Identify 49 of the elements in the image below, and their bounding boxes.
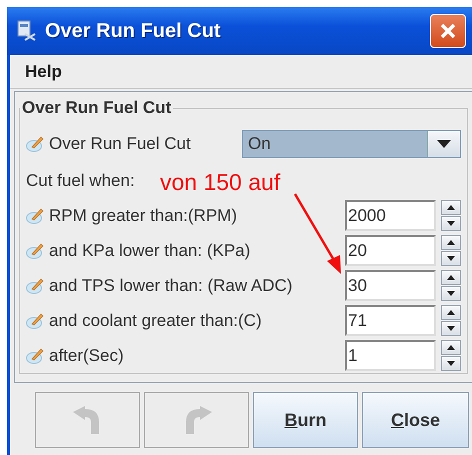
down-arrow-icon: [447, 221, 455, 226]
group-title: Over Run Fuel Cut: [21, 98, 172, 118]
up-arrow-icon: [447, 275, 455, 280]
field-label: RPM greater than:(RPM): [49, 206, 237, 226]
action-button[interactable]: Close: [362, 392, 469, 448]
up-arrow-icon: [447, 240, 455, 245]
close-button[interactable]: [430, 14, 466, 48]
field-label: and TPS lower than: (Raw ADC): [49, 276, 292, 296]
increment-button[interactable]: [441, 200, 461, 215]
section-label: Cut fuel when:: [26, 171, 135, 191]
up-arrow-icon: [447, 205, 455, 210]
number-field[interactable]: 20: [345, 235, 436, 266]
increment-button[interactable]: [441, 270, 461, 285]
number-field[interactable]: 1: [345, 340, 436, 371]
action-button[interactable]: Burn: [253, 392, 358, 448]
edit-icon: [26, 312, 44, 330]
edit-icon: [26, 135, 44, 153]
down-arrow-icon: [447, 291, 455, 296]
edit-icon: [26, 346, 44, 364]
increment-button[interactable]: [441, 340, 461, 355]
decrement-button[interactable]: [441, 251, 461, 266]
up-arrow-icon: [447, 345, 455, 350]
field-label: and KPa lower than: (KPa): [49, 240, 250, 260]
field-label: Over Run Fuel Cut: [49, 134, 191, 154]
annotation-text: von 150 auf: [160, 169, 280, 196]
number-field[interactable]: 30: [345, 270, 436, 301]
number-field[interactable]: 71: [345, 305, 436, 336]
increment-button[interactable]: [441, 305, 461, 320]
field-label: after(Sec): [49, 346, 124, 366]
increment-button[interactable]: [441, 235, 461, 250]
app-icon: [17, 20, 37, 42]
decrement-button[interactable]: [441, 321, 461, 336]
up-arrow-icon: [447, 310, 455, 315]
field-label: and coolant greater than:(C): [49, 310, 262, 330]
edit-icon: [26, 276, 44, 294]
decrement-button[interactable]: [441, 286, 461, 301]
decrement-button[interactable]: [441, 216, 461, 231]
edit-icon: [26, 242, 44, 260]
down-arrow-icon: [447, 256, 455, 261]
down-arrow-icon: [447, 361, 455, 366]
down-arrow-icon: [447, 326, 455, 331]
close-icon: [439, 22, 457, 40]
window-title: Over Run Fuel Cut: [45, 20, 222, 42]
number-field[interactable]: 2000: [345, 200, 436, 231]
menu-item[interactable]: Help: [25, 62, 62, 82]
caret-icon: [437, 140, 451, 148]
dropdown[interactable]: On: [242, 130, 461, 158]
decrement-button[interactable]: [441, 356, 461, 371]
edit-icon: [26, 206, 44, 224]
